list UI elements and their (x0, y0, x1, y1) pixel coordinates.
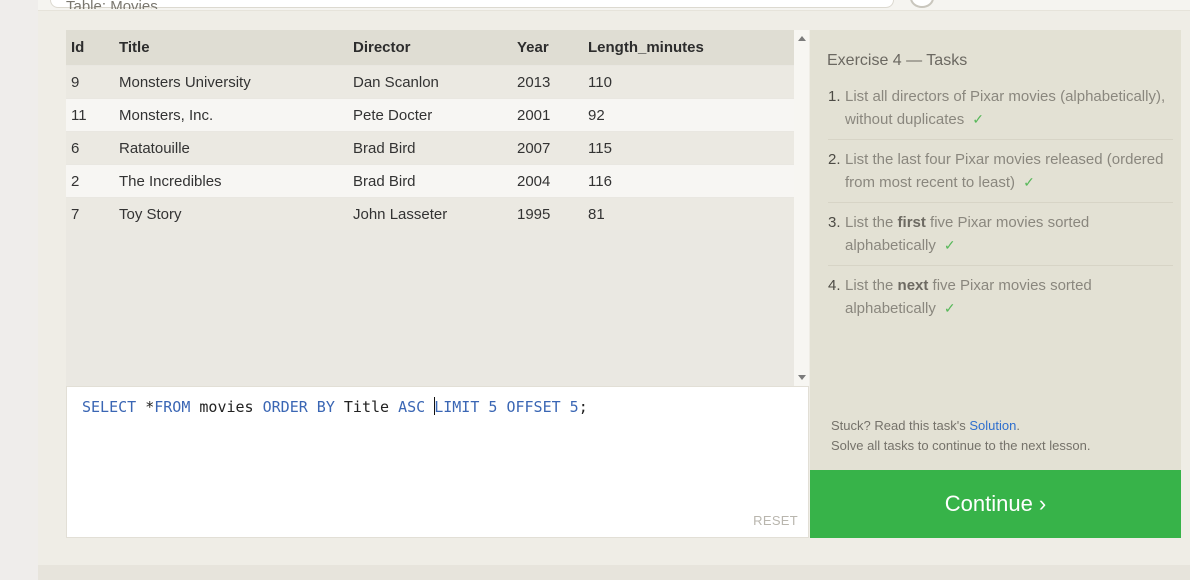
column-header-length: Length_minutes (588, 30, 794, 66)
table-row: 6 Ratatouille Brad Bird 2007 115 (66, 131, 794, 165)
table-row: 7 Toy Story John Lasseter 1995 81 (66, 197, 794, 230)
cell-id: 6 (66, 131, 119, 165)
solve-all-text: Solve all tasks to continue to the next … (831, 438, 1091, 453)
task-item: 1. List all directors of Pixar movies (a… (828, 86, 1173, 140)
task-item: 4. List the next five Pixar movies sorte… (828, 275, 1173, 328)
cell-director: Brad Bird (353, 131, 517, 165)
cell-id: 11 (66, 98, 119, 132)
token-table: movies (190, 398, 263, 416)
bottom-strip (38, 565, 1190, 580)
stuck-prefix: Stuck? Read this task's (831, 418, 970, 433)
cell-year: 1995 (517, 197, 588, 230)
continue-button[interactable]: Continue › (810, 470, 1181, 538)
cell-title: Monsters University (119, 65, 353, 99)
task-text: List the first five Pixar movies sorted … (845, 212, 1173, 257)
table-row: 11 Monsters, Inc. Pete Docter 2001 92 (66, 98, 794, 132)
sql-editor[interactable]: SELECT *FROM movies ORDER BY Title ASC L… (66, 386, 809, 538)
task-number: 1. (828, 88, 841, 105)
cell-director: John Lasseter (353, 197, 517, 230)
cell-year: 2004 (517, 164, 588, 198)
help-text: Stuck? Read this task's Solution. Solve … (831, 416, 1090, 456)
task-text-emphasis: first (897, 214, 926, 231)
task-list: 1. List all directors of Pixar movies (a… (828, 86, 1173, 337)
keyword-from: FROM (154, 398, 191, 416)
solution-link[interactable]: Solution (969, 418, 1016, 433)
left-gutter (0, 0, 38, 580)
task-item: 3. List the first five Pixar movies sort… (828, 212, 1173, 266)
top-input-edge (50, 0, 894, 8)
token-column: Title (334, 398, 399, 416)
cell-year: 2013 (517, 65, 588, 99)
keyword-asc: ASC (398, 398, 426, 416)
task-text-part: List all directors of Pixar movies (alph… (845, 88, 1166, 128)
cell-id: 9 (66, 65, 119, 99)
page: Table: Movies Id Title Director Year Len… (0, 0, 1190, 580)
task-text-part: List the (845, 214, 898, 231)
cell-director: Dan Scanlon (353, 65, 517, 99)
task-text: List the next five Pixar movies sorted a… (845, 275, 1173, 320)
cell-id: 2 (66, 164, 119, 198)
cell-year: 2001 (517, 98, 588, 132)
check-icon: ✓ (1023, 174, 1035, 190)
results-table: Id Title Director Year Length_minutes 9 … (66, 30, 794, 230)
keyword-select: SELECT (82, 398, 137, 416)
top-bar (38, 0, 1190, 11)
scroll-up-arrow-icon[interactable] (798, 36, 806, 41)
column-header-director: Director (353, 30, 517, 66)
table-row: 9 Monsters University Dan Scanlon 2013 1… (66, 65, 794, 99)
cell-title: The Incredibles (119, 164, 353, 198)
task-number: 2. (828, 151, 841, 168)
check-icon: ✓ (943, 300, 956, 316)
task-number: 4. (828, 277, 841, 294)
table-scrollbar[interactable] (794, 30, 809, 386)
stuck-suffix: . (1016, 418, 1020, 433)
task-item: 2. List the last four Pixar movies relea… (828, 149, 1173, 203)
keyword-offset: OFFSET (497, 398, 561, 416)
results-table-panel: Id Title Director Year Length_minutes 9 … (66, 30, 794, 386)
token-offset-number: 5 (560, 398, 579, 416)
cell-length: 92 (588, 98, 794, 132)
tasks-title: Exercise 4 — Tasks (827, 52, 968, 69)
cell-length: 115 (588, 131, 794, 165)
reset-button[interactable]: RESET (753, 513, 798, 528)
cell-title: Toy Story (119, 197, 353, 230)
column-header-year: Year (517, 30, 588, 66)
task-number: 3. (828, 214, 841, 231)
token-semicolon: ; (578, 398, 588, 416)
token-star: * (136, 398, 155, 416)
column-header-id: Id (66, 30, 119, 66)
task-text-part: List the last four Pixar movies released… (845, 151, 1164, 191)
cell-length: 116 (588, 164, 794, 198)
cell-title: Ratatouille (119, 131, 353, 165)
table-header-row: Id Title Director Year Length_minutes (66, 30, 794, 66)
cell-director: Pete Docter (353, 98, 517, 132)
column-header-title: Title (119, 30, 353, 66)
cell-director: Brad Bird (353, 164, 517, 198)
cell-length: 110 (588, 65, 794, 99)
cell-year: 2007 (517, 131, 588, 165)
task-text-part: List the (845, 277, 898, 294)
task-text: List the last four Pixar movies released… (845, 149, 1173, 194)
task-text-emphasis: next (897, 277, 929, 294)
cell-id: 7 (66, 197, 119, 230)
sql-query-text[interactable]: SELECT *FROM movies ORDER BY Title ASC L… (82, 397, 588, 416)
task-text: List all directors of Pixar movies (alph… (845, 86, 1173, 131)
keyword-order-by: ORDER BY (262, 398, 335, 416)
table-row: 2 The Incredibles Brad Bird 2004 116 (66, 164, 794, 198)
cell-title: Monsters, Inc. (119, 98, 353, 132)
keyword-limit: LIMIT (434, 398, 480, 416)
scroll-down-arrow-icon[interactable] (798, 375, 806, 380)
tasks-panel: Exercise 4 — Tasks 1. List all directors… (810, 30, 1181, 470)
token-limit-number: 5 (479, 398, 498, 416)
check-icon: ✓ (943, 237, 956, 253)
check-icon: ✓ (972, 111, 984, 127)
cell-length: 81 (588, 197, 794, 230)
table-caption: Table: Movies (66, 0, 158, 9)
top-circle-edge (910, 0, 934, 8)
stuck-line: Stuck? Read this task's Solution. (831, 416, 1090, 436)
